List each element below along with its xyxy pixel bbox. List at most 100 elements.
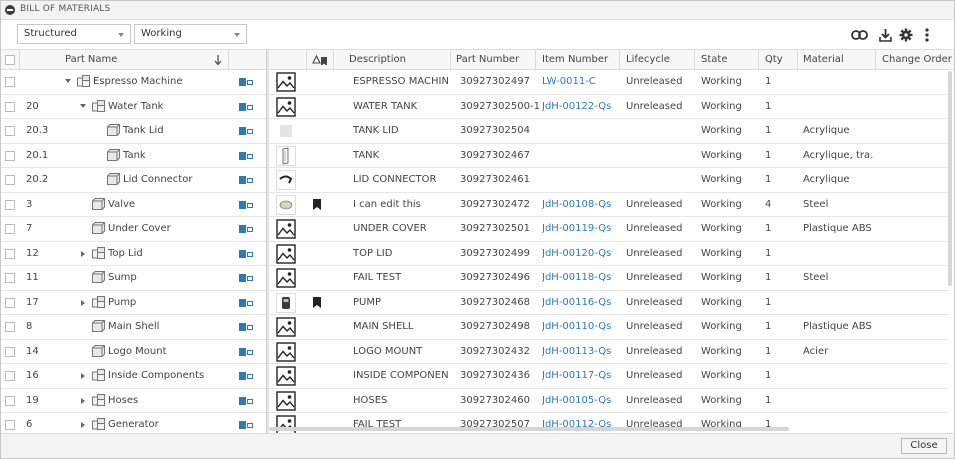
row-checkbox[interactable] [5,395,15,406]
collapse-icon[interactable] [5,5,15,15]
table-row[interactable]: 8 Main Shell MAIN SHELL 30927302498 JdH-0011… [1,315,949,340]
table-row[interactable]: 20.3 Tank Lid TANK LID 30927302504 Working 1 A… [1,119,949,144]
part-name-cell[interactable]: Hoses [108,395,226,406]
bookmark-icon[interactable] [313,198,321,210]
row-checkbox[interactable] [5,420,15,430]
table-row[interactable]: 11 Sump FAIL TEST 30927302496 JdH-00118-Qs Un… [1,266,949,291]
view-in-3d-icon[interactable] [239,274,253,282]
horizontal-scrollbar[interactable] [269,427,789,431]
view-in-3d-icon[interactable] [239,151,253,160]
row-checkbox[interactable] [5,101,15,112]
select-all-checkbox[interactable] [5,55,15,65]
item-number-link[interactable]: JdH-00118-Qs [542,272,611,283]
bookmark-icon[interactable] [313,296,321,308]
link-icon[interactable] [850,26,868,44]
view-in-3d-icon[interactable] [239,225,253,233]
more-options-icon[interactable] [918,26,936,44]
chevron-right-icon[interactable] [81,373,85,379]
chevron-down-icon[interactable] [65,79,71,83]
part-name-cell[interactable]: Pump [108,297,226,308]
view-in-3d-icon[interactable] [239,102,253,111]
pin-sort-icon[interactable] [312,54,328,69]
table-row[interactable]: 16 Inside Components INSIDE COMPONENTS 3092… [1,364,949,389]
part-name-cell[interactable]: Tank Lid [123,125,226,136]
row-checkbox[interactable] [5,77,15,87]
col-part-number[interactable]: Part Number [456,54,519,65]
view-in-3d-icon[interactable] [239,249,253,258]
item-number-link[interactable]: JdH-00122-Qs [542,101,611,112]
row-checkbox[interactable] [5,371,15,381]
col-lifecycle[interactable]: Lifecycle [626,54,670,65]
view-in-3d-icon[interactable] [239,323,253,331]
table-row[interactable]: 3 Valve I can edit this 30927302472 JdH-0010… [1,193,949,217]
col-state[interactable]: State [701,54,727,65]
item-number-link[interactable]: JdH-00113-Qs [542,346,611,357]
item-number-link[interactable]: JdH-00120-Qs [542,248,611,259]
part-name-cell[interactable]: Inside Components [108,370,226,381]
item-number-link[interactable]: JdH-00110-Qs [542,321,611,332]
item-number-link[interactable]: JdH-00117-Qs [542,370,611,381]
view-in-3d-icon[interactable] [239,347,253,356]
view-in-3d-icon[interactable] [239,298,253,307]
row-checkbox[interactable] [5,150,15,161]
part-name-cell[interactable]: Tank [123,150,226,161]
row-checkbox[interactable] [5,126,15,136]
col-item-number[interactable]: Item Number [542,54,608,65]
table-row[interactable]: 20.1 Tank TANK 30927302467 Working 1 Acrylique… [1,144,949,168]
table-row[interactable]: 14 Logo Mount LOGO MOUNT 30927302432 JdH-001… [1,340,949,364]
table-row[interactable]: 20 Water Tank WATER TANK 30927302500-1 JdH-0… [1,95,949,119]
chevron-right-icon[interactable] [81,422,85,428]
table-row[interactable]: 7 Under Cover UNDER COVER 30927302501 JdH-00… [1,217,949,242]
col-change-order[interactable]: Change Order [882,54,952,65]
part-name-cell[interactable]: Valve [108,199,226,210]
chevron-right-icon[interactable] [81,299,85,306]
view-in-3d-icon[interactable] [239,372,253,380]
row-checkbox[interactable] [5,322,15,332]
table-row[interactable]: 19 Hoses HOSES 30927302460 JdH-00105-Qs Unrel… [1,389,949,413]
part-name-cell[interactable]: Lid Connector [123,174,226,185]
row-checkbox[interactable] [5,199,15,210]
col-description[interactable]: Description [349,54,406,65]
part-name-cell[interactable]: Main Shell [108,321,226,332]
row-checkbox[interactable] [5,248,15,259]
view-in-3d-icon[interactable] [239,200,253,209]
item-number-link[interactable]: JdH-00119-Qs [542,223,611,234]
part-name-cell[interactable]: Logo Mount [108,346,226,357]
gear-icon[interactable] [897,26,915,44]
row-checkbox[interactable] [5,224,15,234]
part-name-cell[interactable]: Water Tank [108,101,226,112]
item-number-link[interactable]: JdH-00108-Qs [542,199,611,210]
chevron-down-icon[interactable] [80,103,86,108]
pane-splitter[interactable] [266,49,269,433]
table-row[interactable]: 17 Pump PUMP 30927302468 JdH-00116-Qs Unrelea… [1,291,949,315]
revision-select[interactable]: Working [134,24,247,44]
row-checkbox[interactable] [5,346,15,357]
col-part-name[interactable]: Part Name [65,54,117,65]
view-in-3d-icon[interactable] [239,176,253,184]
row-checkbox[interactable] [5,273,15,283]
sort-descending-icon[interactable] [214,54,222,69]
chevron-right-icon[interactable] [81,250,85,257]
chevron-right-icon[interactable] [81,397,85,404]
col-material[interactable]: Material [803,54,844,65]
table-row[interactable]: 12 Top Lid TOP LID 30927302499 JdH-00120-Qs U… [1,242,949,266]
vertical-scrollbar[interactable] [948,71,952,286]
part-name-cell[interactable]: Espresso Machine [93,76,226,87]
part-name-cell[interactable]: Top Lid [108,248,226,259]
col-qty[interactable]: Qty [765,54,783,65]
part-name-cell[interactable]: Under Cover [108,223,226,234]
part-name-cell[interactable]: Generator [108,419,226,430]
row-checkbox[interactable] [5,297,15,308]
item-number-link[interactable]: JdH-00116-Qs [542,297,611,308]
table-row[interactable]: 20.2 Lid Connector LID CONNECTOR 3092730246… [1,168,949,193]
view-type-select[interactable]: Structured [17,24,131,44]
item-number-link[interactable]: LW-0011-C [542,76,596,87]
download-icon[interactable] [876,26,894,44]
close-button[interactable]: Close [901,438,947,454]
view-in-3d-icon[interactable] [239,396,253,405]
view-in-3d-icon[interactable] [239,78,253,86]
view-in-3d-icon[interactable] [239,421,253,429]
part-name-cell[interactable]: Sump [108,272,226,283]
view-in-3d-icon[interactable] [239,127,253,135]
item-number-link[interactable]: JdH-00105-Qs [542,395,611,406]
